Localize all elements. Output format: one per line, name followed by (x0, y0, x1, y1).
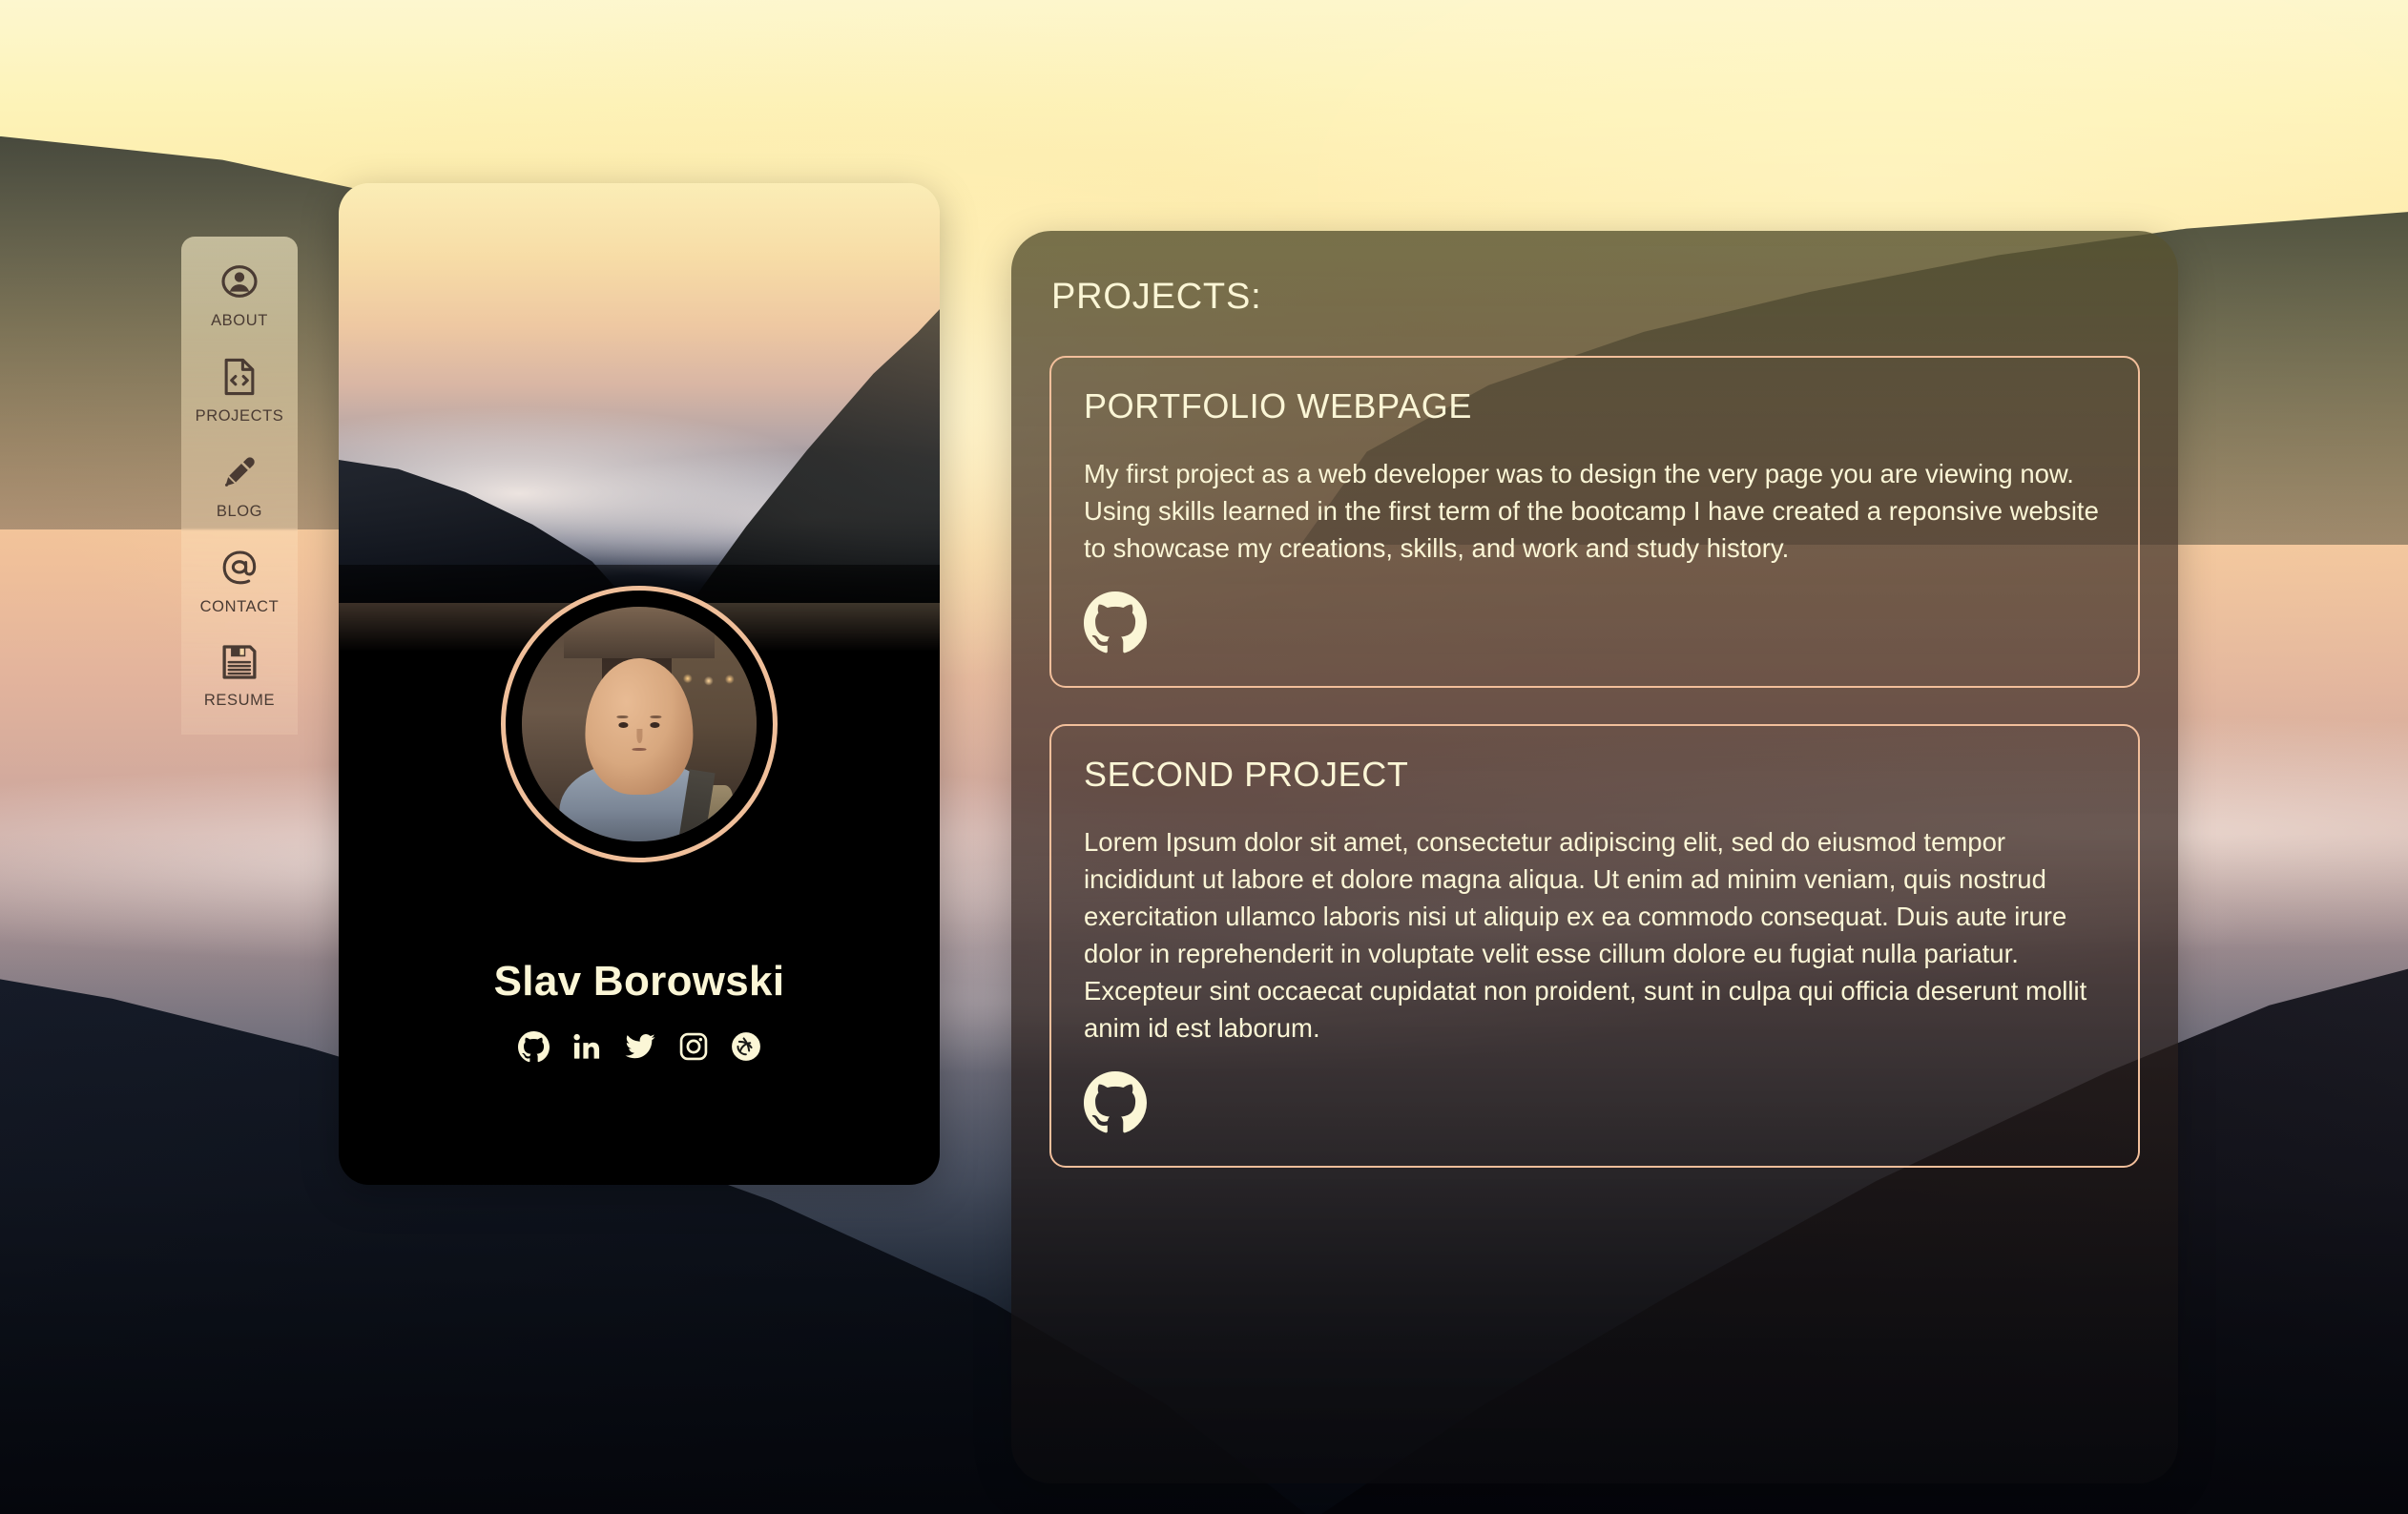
project-title: SECOND PROJECT (1084, 755, 1409, 794)
sidebar-item-label: CONTACT (199, 598, 280, 615)
social-link-twitter[interactable] (624, 1030, 656, 1063)
sidebar-item-label: PROJECTS (195, 407, 284, 425)
avatar-bg-ceiling (564, 607, 715, 659)
project-description: My first project as a web developer was … (1084, 459, 2099, 563)
twitter-icon (624, 1033, 656, 1067)
project-card: SECOND PROJECT Lorem Ipsum dolor sit ame… (1049, 724, 2140, 1168)
github-icon (1084, 591, 1147, 658)
project-github-link[interactable] (1084, 591, 1147, 654)
portfolio-page: ABOUT PROJECTS BLOG CONTACT RESUME Slav … (0, 0, 2408, 1514)
sidebar-item-label: RESUME (203, 692, 276, 709)
avatar-brow-right (650, 716, 662, 719)
github-icon (517, 1030, 550, 1067)
sidebar-item-projects[interactable]: PROJECTS (181, 345, 298, 441)
avatar-eye-right (650, 722, 660, 728)
profile-name: Slav Borowski (493, 958, 785, 1005)
dribbble-icon (731, 1032, 761, 1066)
linkedin-icon (571, 1033, 602, 1066)
project-github-link[interactable] (1084, 1071, 1147, 1134)
project-title: PORTFOLIO WEBPAGE (1084, 386, 1472, 425)
sidebar-item-contact[interactable]: CONTACT (181, 536, 298, 632)
avatar (501, 586, 778, 862)
profile-card: Slav Borowski (339, 183, 940, 1185)
avatar-eye-left (618, 722, 629, 728)
code-document-icon (221, 358, 258, 401)
social-link-instagram[interactable] (678, 1031, 709, 1062)
sidebar-item-about[interactable]: ABOUT (181, 250, 298, 345)
avatar-photo (522, 607, 757, 841)
social-link-linkedin[interactable] (571, 1031, 602, 1062)
sidebar-item-label: ABOUT (211, 312, 268, 329)
avatar-brow-left (616, 716, 629, 719)
projects-heading: PROJECTS: (1051, 277, 1262, 317)
sidebar-nav: ABOUT PROJECTS BLOG CONTACT RESUME (181, 237, 298, 735)
sidebar-item-label: BLOG (216, 503, 263, 520)
sidebar-item-blog[interactable]: BLOG (181, 441, 298, 536)
avatar-nose (636, 729, 643, 743)
social-link-dribbble[interactable] (731, 1031, 761, 1062)
project-card: PORTFOLIO WEBPAGE My first project as a … (1049, 356, 2140, 688)
social-link-github[interactable] (517, 1030, 550, 1063)
marker-pen-icon (220, 453, 259, 496)
avatar-mouth (632, 748, 647, 752)
profile-card-photo-header (339, 183, 940, 603)
projects-panel: PROJECTS: PORTFOLIO WEBPAGE My first pro… (1011, 231, 2178, 1483)
floppy-disk-icon (220, 644, 259, 685)
instagram-icon (678, 1032, 709, 1066)
at-sign-icon (219, 549, 259, 591)
user-circle-icon (220, 262, 259, 305)
github-icon (1084, 1071, 1147, 1138)
social-links-row (339, 1030, 940, 1063)
project-description: Lorem Ipsum dolor sit amet, consectetur … (1084, 827, 2087, 1043)
sidebar-item-resume[interactable]: RESUME (181, 632, 298, 725)
